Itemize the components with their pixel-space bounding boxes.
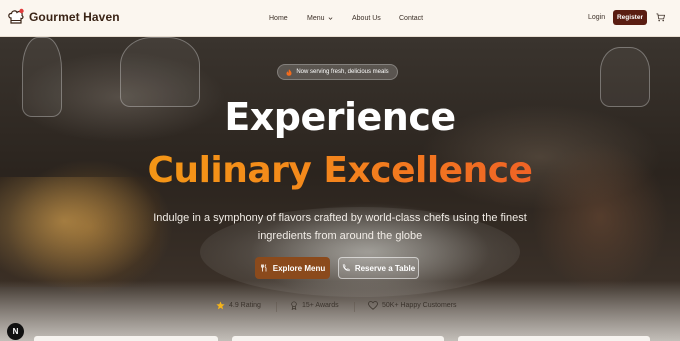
reserve-table-button[interactable]: Reserve a Table [338,257,419,279]
login-link[interactable]: Login [588,14,605,21]
stat-rating: 4.9 Rating [216,301,261,310]
nav-link-about[interactable]: About Us [352,15,381,22]
flame-icon [286,68,292,76]
dev-tools-badge[interactable]: N [7,323,24,340]
stat-awards-label: 15+ Awards [302,302,339,309]
nav-link-menu-label: Menu [307,15,325,22]
utensils-icon [260,264,267,272]
chevron-down-icon [328,17,332,20]
star-icon [216,301,225,310]
status-badge-text: Now serving fresh, delicious meals [296,69,389,75]
stat-awards: 15+ Awards [290,301,339,310]
stats-divider [276,302,277,312]
nav-link-menu[interactable]: Menu [307,15,333,22]
nav-link-home[interactable]: Home [269,15,288,22]
hero-headline-line1: Experience [224,95,456,139]
top-navbar: Gourmet Haven Home Menu About Us Contact… [0,0,680,37]
brand-name: Gourmet Haven [29,10,120,24]
status-badge: Now serving fresh, delicious meals [277,64,398,80]
card-preview [34,336,218,341]
brand-logo[interactable]: Gourmet Haven [7,8,120,26]
award-icon [291,301,297,310]
bread-basket [0,177,160,287]
stat-rating-label: 4.9 Rating [229,302,261,309]
chef-hat-icon [8,8,24,24]
stats-divider [354,302,355,312]
hero-headline-line2: Culinary Excellence [0,150,680,191]
card-preview [458,336,650,341]
phone-icon [342,264,350,272]
card-preview [232,336,444,341]
hero-section: Now serving fresh, delicious meals Exper… [0,37,680,341]
stat-customers: 50K+ Happy Customers [368,301,457,310]
explore-menu-button[interactable]: Explore Menu [255,257,330,279]
heart-icon [368,301,378,310]
cart-icon[interactable] [656,13,665,22]
stats-row: 4.9 Rating 15+ Awards 50K+ Happy Custome… [0,301,680,313]
hero-subtitle: Indulge in a symphony of flavors crafted… [153,212,527,242]
reserve-table-label: Reserve a Table [354,263,416,273]
register-button[interactable]: Register [613,10,647,25]
nav-link-contact[interactable]: Contact [399,15,423,22]
explore-menu-label: Explore Menu [272,263,326,273]
stat-customers-label: 50K+ Happy Customers [382,302,457,309]
